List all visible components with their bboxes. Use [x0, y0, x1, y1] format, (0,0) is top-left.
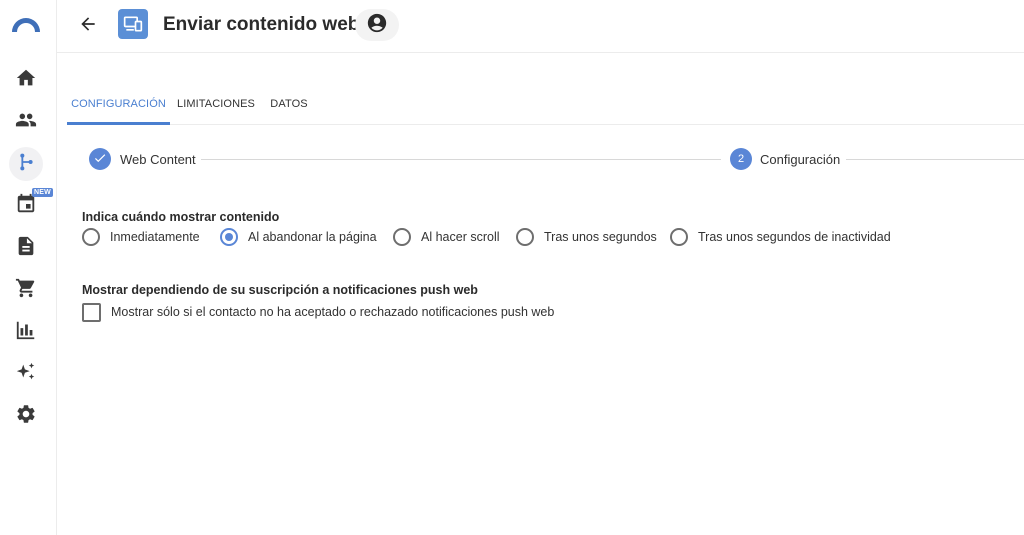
check-icon — [93, 151, 107, 168]
new-badge: NEW — [32, 188, 53, 197]
radio-tras-unos-segundos[interactable]: Tras unos segundos — [516, 227, 657, 247]
home-icon — [15, 67, 37, 94]
flow-icon — [15, 151, 37, 178]
gear-icon — [15, 403, 37, 430]
push-checkbox[interactable] — [82, 302, 101, 322]
radio-label: Inmediatamente — [110, 230, 200, 244]
radio-inactividad[interactable]: Tras unos segundos de inactividad — [670, 227, 891, 247]
bar-chart-icon — [15, 319, 37, 346]
step-2-label: Configuración — [760, 152, 841, 167]
stepper: Web Content 2 Configuración — [89, 148, 1024, 172]
radio-button[interactable] — [670, 228, 688, 246]
page-title: Enviar contenido web — [163, 14, 360, 35]
tab-active-indicator — [67, 122, 170, 125]
sidebar: NEW — [0, 0, 57, 535]
tab-bar: CONFIGURACIÓN LIMITACIONES DATOS — [67, 90, 1024, 125]
radio-label: Tras unos segundos — [544, 230, 657, 244]
step-1-label: Web Content — [120, 152, 196, 167]
display-timing-title: Indica cuándo mostrar contenido — [82, 210, 280, 224]
push-section-title: Mostrar dependiendo de su suscripción a … — [82, 283, 478, 297]
sidebar-item-shop[interactable] — [9, 273, 43, 307]
push-checkbox-row[interactable]: Mostrar sólo si el contacto no ha acepta… — [82, 302, 554, 322]
radio-button[interactable] — [82, 228, 100, 246]
step-1-complete[interactable] — [89, 148, 111, 170]
sidebar-item-ai[interactable] — [9, 357, 43, 391]
step-connector — [201, 159, 721, 160]
push-checkbox-label: Mostrar sólo si el contacto no ha acepta… — [111, 305, 555, 319]
sidebar-item-contacts[interactable] — [9, 105, 43, 139]
radio-label: Tras unos segundos de inactividad — [698, 230, 891, 244]
app-logo[interactable] — [10, 14, 42, 34]
step-connector-trailing — [846, 159, 1024, 160]
sidebar-item-flows[interactable] — [9, 147, 43, 181]
radio-al-abandonar[interactable]: Al abandonar la página — [220, 227, 377, 247]
account-button[interactable] — [355, 9, 399, 41]
radio-button[interactable] — [516, 228, 534, 246]
document-icon — [15, 235, 37, 262]
radio-button-selected[interactable] — [220, 228, 238, 246]
back-button[interactable] — [75, 13, 101, 39]
people-icon — [15, 109, 37, 136]
tab-limitaciones[interactable]: LIMITACIONES — [176, 90, 256, 125]
sidebar-item-documents[interactable] — [9, 231, 43, 265]
cart-icon — [15, 277, 37, 304]
radio-button[interactable] — [393, 228, 411, 246]
step-2-number[interactable]: 2 — [730, 148, 752, 170]
web-content-icon — [118, 9, 148, 39]
account-circle-icon — [366, 12, 388, 39]
radio-label: Al abandonar la página — [248, 230, 377, 244]
top-bar: Enviar contenido web — [57, 0, 1024, 53]
sparkles-icon — [15, 361, 37, 388]
arrow-back-icon — [78, 14, 98, 39]
radio-label: Al hacer scroll — [421, 230, 500, 244]
tab-configuracion[interactable]: CONFIGURACIÓN — [67, 90, 170, 125]
sidebar-item-reports[interactable] — [9, 315, 43, 349]
sidebar-item-settings[interactable] — [9, 399, 43, 433]
radio-inmediatamente[interactable]: Inmediatamente — [82, 227, 200, 247]
tab-datos[interactable]: DATOS — [267, 90, 311, 125]
sidebar-item-home[interactable] — [9, 63, 43, 97]
radio-al-hacer-scroll[interactable]: Al hacer scroll — [393, 227, 500, 247]
